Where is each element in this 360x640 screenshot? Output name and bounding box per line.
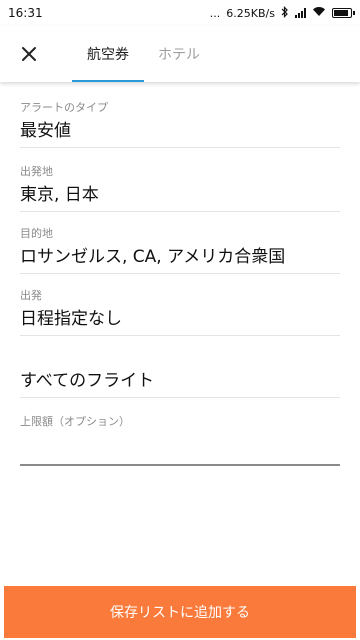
battery-icon: [332, 8, 355, 18]
destination-field[interactable]: 目的地 ロサンゼルス, CA, アメリカ合衆国: [20, 226, 340, 274]
wifi-icon: [312, 6, 326, 20]
app-bar: 航空券 ホテル: [0, 26, 360, 82]
alert-type-field[interactable]: アラートのタイプ 最安値: [20, 100, 340, 148]
origin-field[interactable]: 出発地 東京, 日本: [20, 164, 340, 212]
close-button[interactable]: [14, 39, 44, 69]
max-price-field[interactable]: 上限額（オプション）: [20, 414, 340, 466]
flights-field[interactable]: すべてのフライト: [20, 366, 340, 398]
departure-label: 出発: [20, 289, 42, 302]
status-time: 16:31: [8, 6, 43, 20]
save-button[interactable]: 保存リストに追加する: [4, 586, 356, 638]
bluetooth-icon: [281, 5, 289, 21]
close-icon: [22, 47, 36, 61]
signal-icon: [295, 8, 306, 18]
destination-label: 目的地: [20, 227, 53, 240]
origin-label: 出発地: [20, 165, 53, 178]
max-price-label: 上限額（オプション）: [20, 415, 130, 428]
flights-value[interactable]: すべてのフライト: [20, 366, 340, 398]
tab-hotels[interactable]: ホテル: [146, 26, 212, 82]
status-bar: 16:31 ... 6.25KB/s: [0, 0, 360, 26]
origin-value[interactable]: 東京, 日本: [20, 180, 340, 212]
tab-flights[interactable]: 航空券: [72, 26, 144, 82]
destination-value[interactable]: ロサンゼルス, CA, アメリカ合衆国: [20, 242, 340, 274]
status-icons: ... 6.25KB/s: [209, 5, 355, 21]
max-price-input[interactable]: [20, 430, 340, 466]
alert-type-label: アラートのタイプ: [20, 101, 108, 114]
departure-value[interactable]: 日程指定なし: [20, 304, 340, 336]
status-dots: ...: [209, 6, 221, 20]
alert-type-value[interactable]: 最安値: [20, 116, 340, 148]
network-speed: 6.25KB/s: [226, 6, 275, 20]
departure-field[interactable]: 出発 日程指定なし: [20, 288, 340, 336]
